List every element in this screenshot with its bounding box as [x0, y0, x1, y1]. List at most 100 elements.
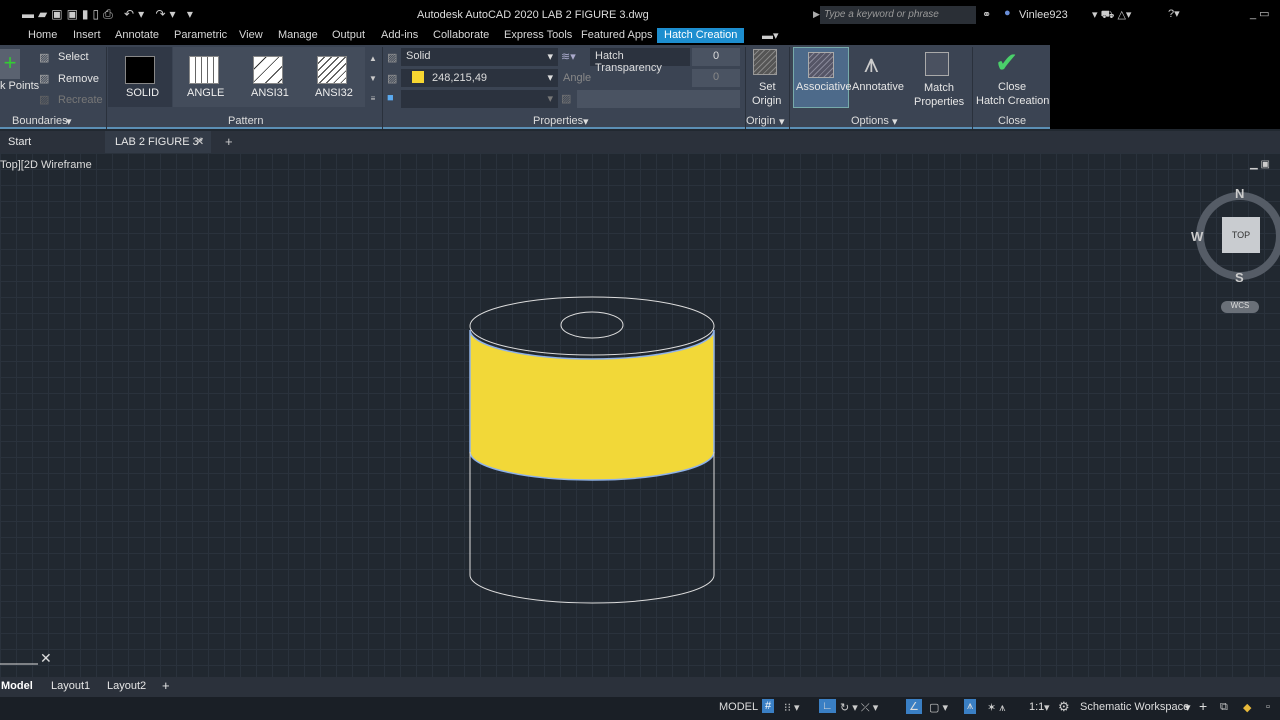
- tab-insert[interactable]: Insert: [73, 29, 101, 41]
- tab-home[interactable]: Home: [28, 29, 57, 41]
- tab-drawing[interactable]: LAB 2 FIGURE 3*: [115, 136, 203, 148]
- annotation-scale[interactable]: 1:1: [1029, 701, 1044, 713]
- set-origin-icon[interactable]: [753, 49, 777, 75]
- properties-panel-title[interactable]: Properties: [533, 115, 583, 127]
- ribbon-toggle-icon[interactable]: ▬▾: [762, 29, 779, 42]
- quick-access-toolbar[interactable]: ▬▰▣▣▮▯⎙ ↶▾ ↷▾ ▾: [22, 7, 197, 22]
- tab-output[interactable]: Output: [332, 29, 365, 41]
- pick-points-button[interactable]: k Points: [0, 80, 39, 92]
- user-name[interactable]: Vinlee923: [1019, 9, 1068, 21]
- checkmark-icon[interactable]: ✔: [995, 46, 1018, 79]
- cart-icon[interactable]: ▾ ⛟ △▾: [1092, 8, 1131, 23]
- pattern-ansi32-label[interactable]: ANSI32: [315, 87, 353, 99]
- isolate-icon[interactable]: ⧉: [1220, 701, 1228, 714]
- annotation-visibility-icon[interactable]: ⩚: [964, 699, 977, 714]
- gallery-scroll[interactable]: ▲ ▼ ≡: [367, 49, 379, 109]
- annotative-icon[interactable]: ⩚: [864, 48, 879, 80]
- pattern-ansi31-label[interactable]: ANSI31: [251, 87, 289, 99]
- chevron-down-icon[interactable]: ▾: [1044, 701, 1050, 714]
- chevron-down-icon[interactable]: ▾: [779, 115, 785, 128]
- search-input[interactable]: Type a keyword or phrase: [820, 6, 976, 24]
- color-swatch: [412, 71, 424, 83]
- tab-annotate[interactable]: Annotate: [115, 29, 159, 41]
- match-properties-label-2[interactable]: Properties: [914, 96, 964, 108]
- close-hatch-creation-button[interactable]: Hatch Creation: [976, 95, 1049, 107]
- grid-icon[interactable]: #: [762, 699, 775, 713]
- options-panel-title[interactable]: Options: [851, 115, 889, 127]
- pattern-solid-swatch[interactable]: [125, 56, 155, 84]
- ortho-icon[interactable]: ∟: [819, 699, 836, 713]
- viewcube-top[interactable]: TOP: [1222, 217, 1260, 253]
- close-tab-icon[interactable]: ✕: [195, 135, 204, 148]
- tab-addins[interactable]: Add-ins: [381, 29, 418, 41]
- chevron-down-icon[interactable]: ▾: [892, 115, 898, 128]
- osnap-icon[interactable]: ∠: [906, 699, 922, 714]
- hardware-acceleration-icon[interactable]: ◆: [1243, 701, 1251, 714]
- binoculars-icon[interactable]: ⚭: [982, 8, 991, 21]
- select-button[interactable]: Select: [58, 51, 89, 63]
- chevron-down-icon[interactable]: ▾: [66, 115, 72, 128]
- chevron-down-icon[interactable]: ▾: [583, 115, 589, 128]
- compass-w[interactable]: W: [1191, 229, 1203, 244]
- clean-screen-icon[interactable]: ▫: [1266, 701, 1270, 713]
- annotative-label[interactable]: Annotative: [852, 81, 904, 93]
- polar-icon[interactable]: ↻ ▾ ⤫ ▾: [840, 701, 878, 715]
- origin-panel-title[interactable]: Origin: [746, 115, 775, 127]
- recreate-icon: ▨: [39, 94, 50, 106]
- hatch-color-dropdown[interactable]: 248,215,49 ▾: [401, 69, 558, 87]
- pattern-angle-swatch[interactable]: [189, 56, 219, 84]
- bottom-ellipse: [469, 574, 715, 604]
- close-label-1[interactable]: Close: [998, 81, 1026, 93]
- hatch-type-dropdown[interactable]: Solid ▾: [401, 48, 558, 66]
- minimize-button[interactable]: _ ▭: [1250, 7, 1270, 20]
- background-color-dropdown[interactable]: ▾: [401, 90, 558, 108]
- tab-collaborate[interactable]: Collaborate: [433, 29, 489, 41]
- set-origin-label-1[interactable]: Set: [759, 81, 776, 93]
- associative-label: Associative: [796, 81, 852, 93]
- new-tab-icon[interactable]: +: [225, 134, 233, 149]
- compass-n[interactable]: N: [1235, 186, 1244, 201]
- tab-layout2[interactable]: Layout2: [107, 680, 146, 692]
- plus-icon[interactable]: +: [1199, 698, 1207, 714]
- tab-parametric[interactable]: Parametric: [174, 29, 227, 41]
- selection-icon[interactable]: ▢ ▾: [929, 701, 948, 714]
- help-icon[interactable]: ?▾: [1168, 7, 1180, 20]
- match-properties-icon[interactable]: [925, 52, 949, 76]
- tab-hatch-creation[interactable]: Hatch Creation: [657, 28, 745, 43]
- hole-ellipse: [560, 311, 624, 339]
- pattern-ansi31-swatch[interactable]: [253, 56, 283, 84]
- compass-s[interactable]: S: [1235, 270, 1244, 285]
- associative-icon: [808, 52, 834, 78]
- tab-featured-apps[interactable]: Featured Apps: [581, 29, 653, 41]
- gear-icon[interactable]: ⚙: [1058, 699, 1070, 715]
- pattern-solid-label[interactable]: SOLID: [126, 87, 159, 99]
- tab-manage[interactable]: Manage: [278, 29, 318, 41]
- hatch-fill[interactable]: [469, 329, 715, 481]
- model-space-button[interactable]: MODEL: [719, 701, 758, 713]
- workspace-switcher[interactable]: Schematic Workspace: [1080, 701, 1189, 713]
- drawing-canvas[interactable]: Top][2D Wireframe ▁ ▣ ✕ TOP N S W WCS: [0, 153, 1280, 677]
- pattern-angle-label[interactable]: ANGLE: [187, 87, 224, 99]
- expand-icon[interactable]: ▶: [813, 9, 820, 20]
- layer-icon[interactable]: ≋▾: [561, 50, 576, 63]
- scale-input[interactable]: [577, 90, 740, 108]
- transparency-input[interactable]: 0: [692, 48, 740, 66]
- annotation-scale-icon[interactable]: ✶ ⩚: [987, 701, 1005, 715]
- remove-button[interactable]: Remove: [58, 73, 99, 85]
- tab-model[interactable]: Model: [1, 680, 33, 692]
- set-origin-label-2[interactable]: Origin: [752, 95, 781, 107]
- tab-view[interactable]: View: [239, 29, 263, 41]
- add-layout-icon[interactable]: +: [162, 678, 170, 693]
- tab-layout1[interactable]: Layout1: [51, 680, 90, 692]
- wcs-menu[interactable]: WCS: [1221, 301, 1259, 313]
- tab-start[interactable]: Start: [8, 136, 31, 148]
- snap-icon[interactable]: ⁝⁝ ▾: [784, 701, 800, 714]
- boundaries-panel-title[interactable]: Boundaries: [12, 115, 68, 127]
- recreate-button[interactable]: Recreate: [58, 94, 103, 106]
- chevron-down-icon[interactable]: ▾: [1185, 701, 1191, 714]
- tab-express-tools[interactable]: Express Tools: [504, 29, 572, 41]
- angle-input[interactable]: 0: [692, 69, 740, 87]
- pick-points-icon[interactable]: +: [0, 49, 20, 79]
- pattern-ansi32-swatch[interactable]: [317, 56, 347, 84]
- match-properties-label-1[interactable]: Match: [924, 82, 954, 94]
